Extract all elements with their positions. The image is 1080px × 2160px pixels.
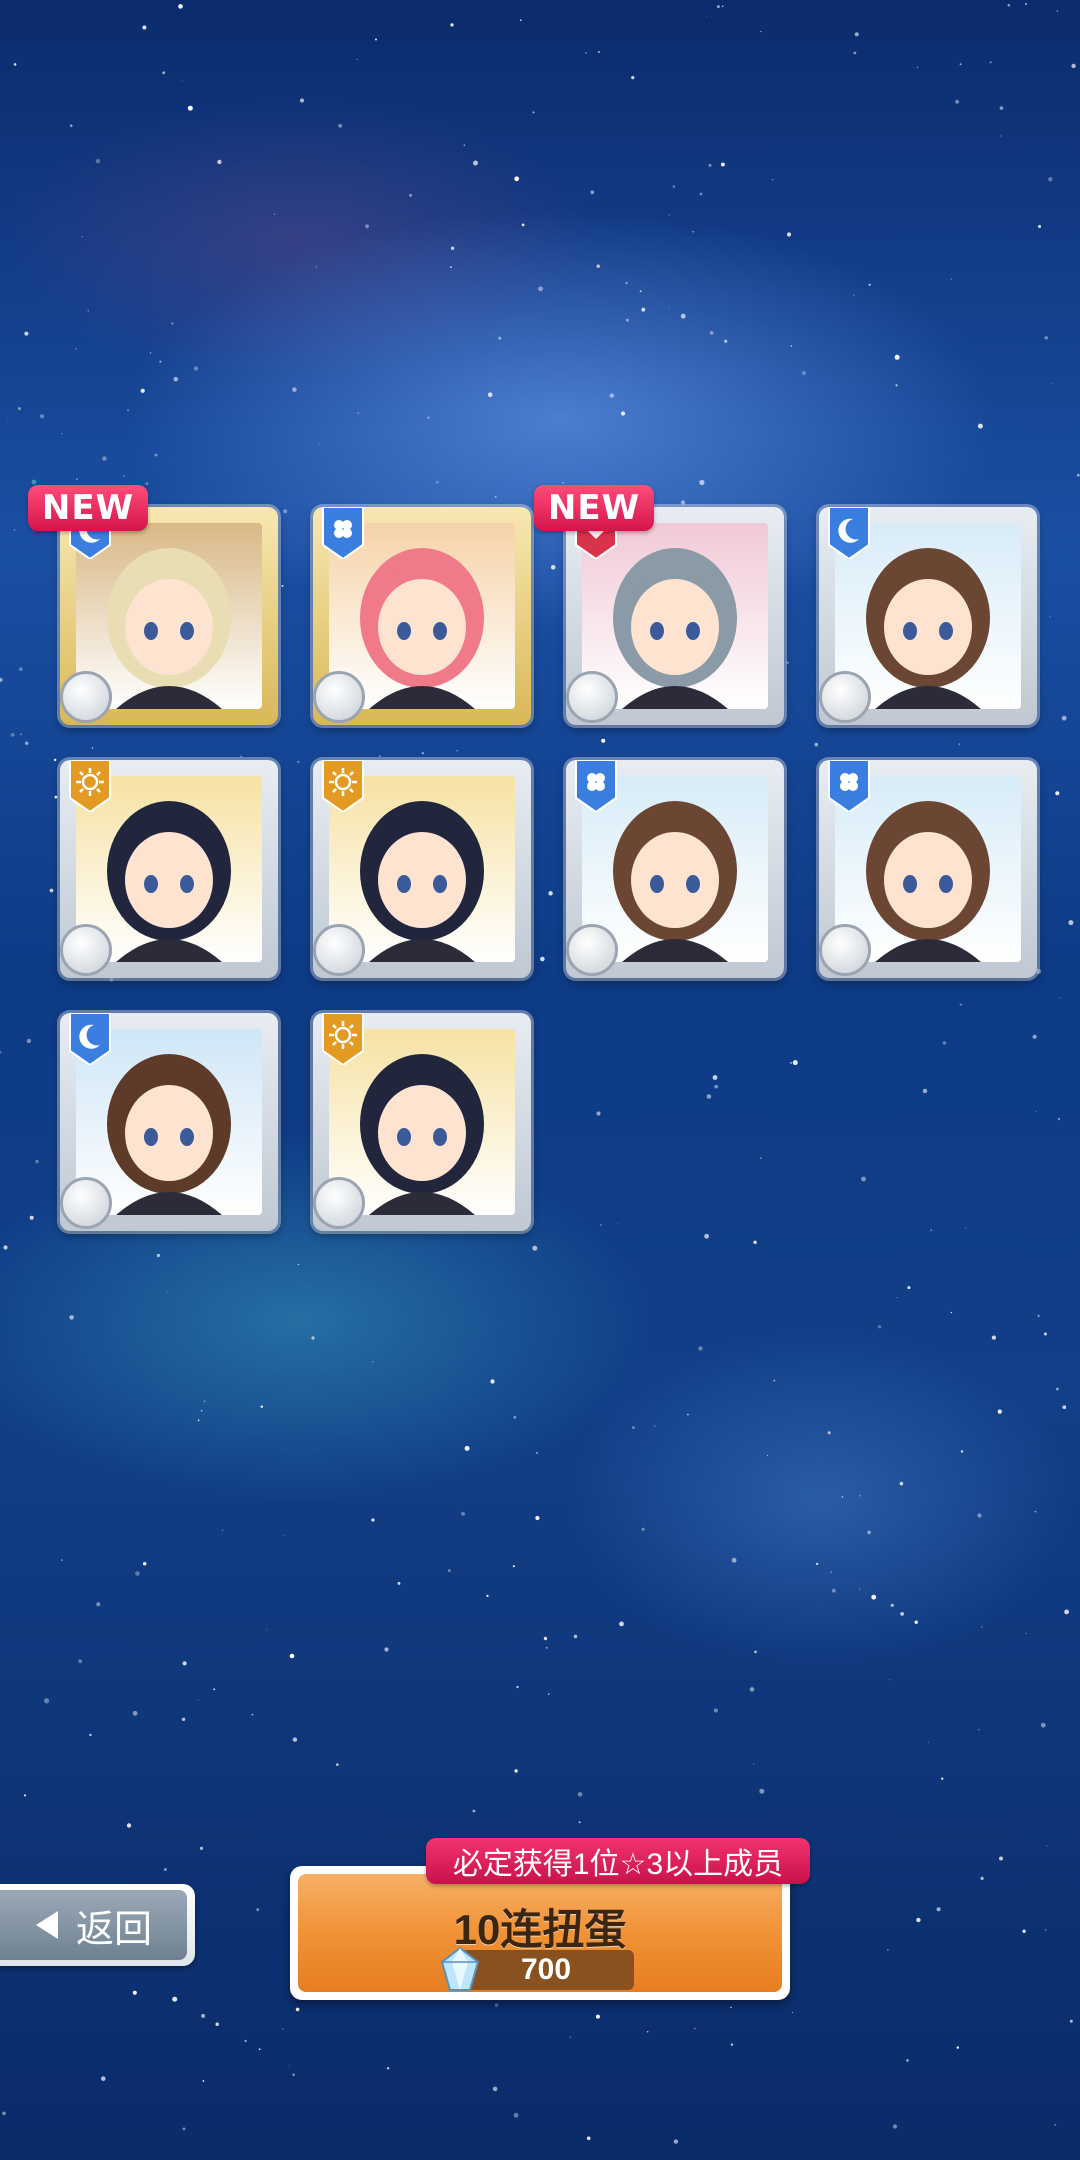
- gacha-cost: 700: [458, 1950, 634, 1990]
- new-badge: NEW: [28, 485, 148, 531]
- ten-pull-gacha-button[interactable]: 10连扭蛋 700: [290, 1866, 790, 2000]
- blade-weapon-icon: [566, 924, 618, 976]
- character-card[interactable]: [566, 507, 784, 725]
- gacha-result-grid: NEW NEW: [0, 0, 1080, 1300]
- bow-weapon-icon: [60, 1177, 112, 1229]
- gun-weapon-icon: [313, 1177, 365, 1229]
- character-card[interactable]: [60, 507, 278, 725]
- gem-icon: [440, 1946, 480, 1991]
- character-card[interactable]: [313, 507, 531, 725]
- character-card[interactable]: [313, 1013, 531, 1231]
- back-button-label: 返回: [76, 1908, 153, 1951]
- gacha-button-title: 10连扭蛋: [453, 1906, 627, 1953]
- blade-weapon-icon: [819, 924, 871, 976]
- back-arrow-icon: [36, 1911, 58, 1939]
- gear-weapon-icon: [566, 671, 618, 723]
- hammer-weapon-icon: [313, 671, 365, 723]
- back-button[interactable]: 返回: [0, 1884, 195, 1966]
- blade-weapon-icon: [60, 671, 112, 723]
- guarantee-banner: 必定获得1位☆3以上成员: [426, 1838, 810, 1884]
- character-card[interactable]: [60, 1013, 278, 1231]
- character-card[interactable]: [60, 760, 278, 978]
- character-card[interactable]: [566, 760, 784, 978]
- character-card[interactable]: [819, 760, 1037, 978]
- blade-weapon-icon: [819, 671, 871, 723]
- gun-weapon-icon: [313, 924, 365, 976]
- character-card[interactable]: [819, 507, 1037, 725]
- character-card[interactable]: [313, 760, 531, 978]
- new-badge: NEW: [534, 485, 654, 531]
- gun-weapon-icon: [60, 924, 112, 976]
